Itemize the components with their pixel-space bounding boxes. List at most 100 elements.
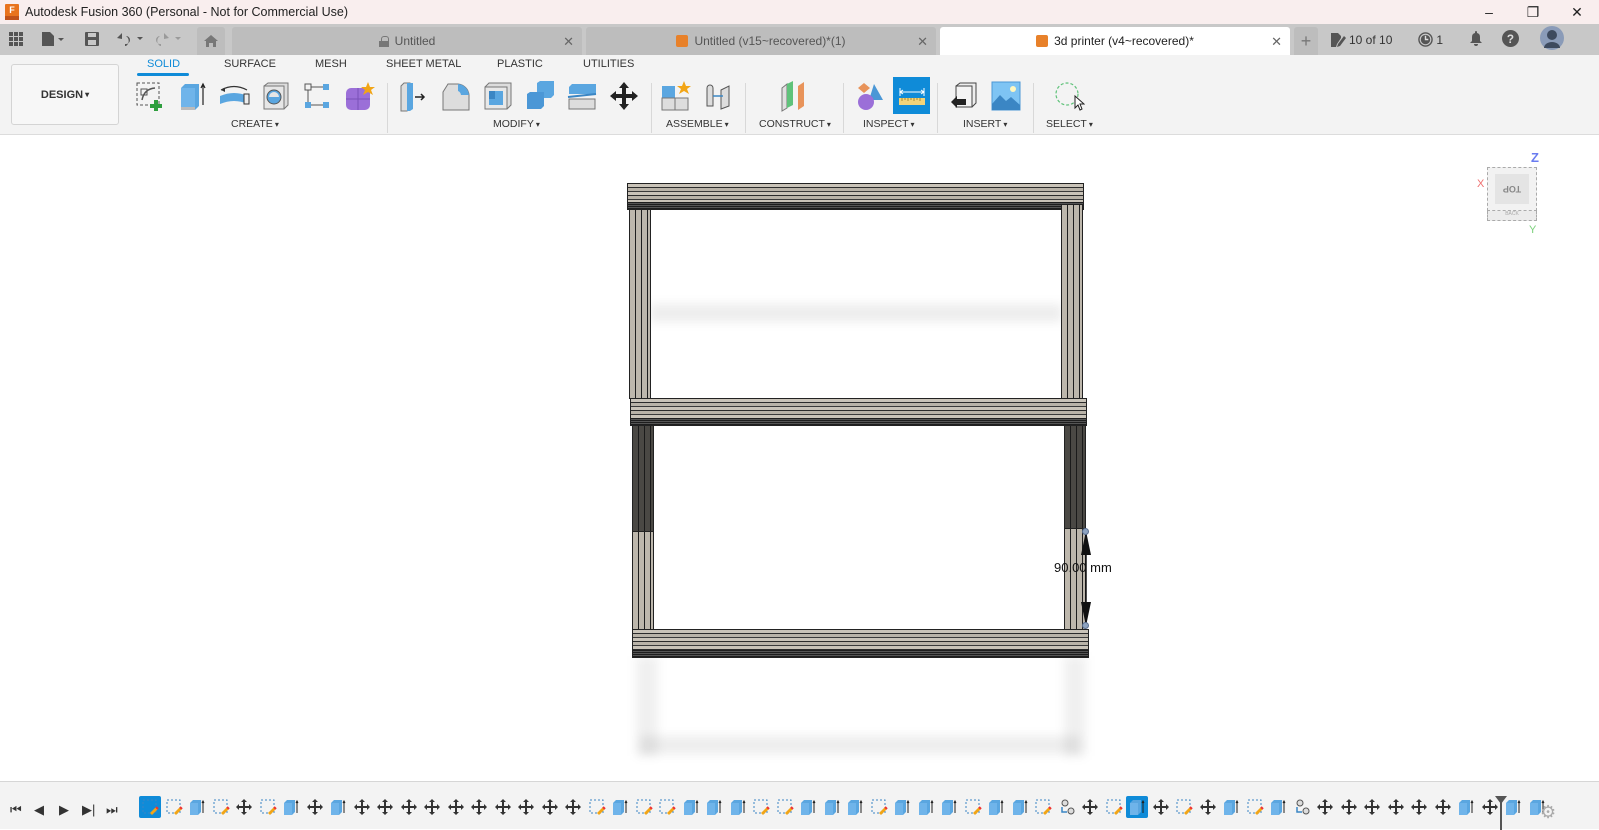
tab-mesh[interactable]: MESH — [315, 58, 347, 70]
timeline-marker-stem[interactable] — [1500, 802, 1502, 830]
timeline-feature-move[interactable] — [1079, 796, 1101, 818]
select-group-label[interactable]: SELECT ▾ — [1046, 118, 1093, 130]
timeline-feature-sketch[interactable] — [868, 796, 890, 818]
left-lower-post[interactable] — [632, 531, 654, 631]
timeline-feature-extrude[interactable] — [327, 796, 349, 818]
timeline-next-button[interactable]: ▶| — [82, 802, 95, 818]
notifications-button[interactable] — [1469, 30, 1483, 49]
timeline-feature-move[interactable] — [421, 796, 443, 818]
middle-beam[interactable] — [630, 398, 1087, 426]
tab-close-icon[interactable]: ✕ — [917, 34, 928, 50]
timeline-feature-sketch[interactable] — [257, 796, 279, 818]
close-button[interactable]: ✕ — [1555, 0, 1599, 24]
maximize-button[interactable]: ❐ — [1511, 0, 1555, 24]
press-pull-button[interactable] — [396, 79, 432, 113]
timeline-first-button[interactable]: ⏮ — [10, 802, 22, 818]
timeline-feature-move[interactable] — [398, 796, 420, 818]
tab-plastic[interactable]: PLASTIC — [497, 58, 543, 70]
timeline-feature-joint[interactable] — [1056, 796, 1078, 818]
timeline-feature-extrude[interactable] — [915, 796, 937, 818]
select-button[interactable] — [1050, 79, 1086, 113]
timeline-feature-sketch[interactable] — [962, 796, 984, 818]
timeline-feature-extrude[interactable] — [1220, 796, 1242, 818]
split-body-button[interactable] — [564, 79, 600, 113]
timeline-feature-move[interactable] — [468, 796, 490, 818]
tab-close-icon[interactable]: ✕ — [1271, 34, 1282, 50]
timeline-feature-move[interactable] — [1432, 796, 1454, 818]
fillet-button[interactable] — [438, 79, 474, 113]
tab-untitled-v15[interactable]: Untitled (v15~recovered)*(1) ✕ — [586, 27, 936, 55]
timeline-feature-extrude[interactable] — [821, 796, 843, 818]
top-beam[interactable] — [627, 183, 1084, 210]
view-cube-back-face[interactable]: BACK — [1487, 211, 1537, 221]
workspace-switcher[interactable]: DESIGN ▾ — [11, 64, 119, 125]
timeline-feature-sketch[interactable] — [774, 796, 796, 818]
timeline-feature-sketch[interactable] — [210, 796, 232, 818]
timeline-feature-sketch[interactable] — [586, 796, 608, 818]
timeline-feature-extrude[interactable] — [186, 796, 208, 818]
view-cube-top-face[interactable]: TOP — [1487, 167, 1537, 211]
modify-group-label[interactable]: MODIFY ▾ — [493, 118, 540, 130]
timeline-feature-sketch[interactable] — [1103, 796, 1125, 818]
shell-button[interactable] — [480, 79, 516, 113]
user-avatar[interactable] — [1540, 26, 1565, 53]
right-lower-post-dark[interactable] — [1064, 425, 1086, 532]
history-button[interactable]: 1 — [1418, 32, 1443, 47]
timeline-feature-move[interactable] — [1150, 796, 1172, 818]
hole-button[interactable] — [258, 79, 294, 113]
construct-group-label[interactable]: CONSTRUCT ▾ — [759, 118, 831, 130]
timeline-feature-extrude[interactable] — [1009, 796, 1031, 818]
timeline-feature-joint[interactable] — [1291, 796, 1313, 818]
insert-group-label[interactable]: INSERT ▾ — [963, 118, 1007, 130]
timeline-feature-move[interactable] — [445, 796, 467, 818]
timeline-settings-icon[interactable]: ⚙ — [1540, 802, 1556, 823]
dimension-endpoint[interactable] — [1082, 528, 1089, 535]
interference-button[interactable] — [852, 79, 888, 113]
tab-close-icon[interactable]: ✕ — [563, 34, 574, 50]
help-button[interactable]: ? — [1502, 29, 1520, 50]
extrude-button[interactable] — [174, 79, 210, 113]
timeline-feature-extrude[interactable] — [727, 796, 749, 818]
assemble-group-label[interactable]: ASSEMBLE ▾ — [666, 118, 729, 130]
timeline-feature-move[interactable] — [1408, 796, 1430, 818]
canvas-viewport[interactable]: 90.00 mm Z X TOP BACK Y — [0, 136, 1599, 781]
job-status-button[interactable]: 10 of 10 — [1330, 32, 1392, 48]
create-group-label[interactable]: CREATE ▾ — [231, 118, 279, 130]
timeline-feature-sketch[interactable] — [1244, 796, 1266, 818]
pattern-button[interactable] — [300, 79, 336, 113]
redo-icon[interactable] — [152, 29, 184, 49]
timeline-feature-extrude[interactable] — [280, 796, 302, 818]
timeline-feature-extrude[interactable] — [797, 796, 819, 818]
timeline-feature-extrude[interactable] — [1126, 796, 1148, 818]
timeline-feature-move[interactable] — [304, 796, 326, 818]
home-tab[interactable] — [197, 27, 225, 55]
timeline-feature-extrude[interactable] — [938, 796, 960, 818]
tab-untitled[interactable]: Untitled ✕ — [232, 27, 582, 55]
timeline-feature-extrude[interactable] — [891, 796, 913, 818]
timeline-feature-move[interactable] — [492, 796, 514, 818]
bottom-beam[interactable] — [632, 629, 1089, 658]
new-component-button[interactable] — [659, 79, 695, 113]
create-form-button[interactable] — [342, 79, 378, 113]
timeline-feature-extrude[interactable] — [844, 796, 866, 818]
undo-icon[interactable] — [114, 29, 146, 49]
tab-3d-printer[interactable]: 3d printer (v4~recovered)* ✕ — [940, 27, 1290, 55]
dimension-endpoint[interactable] — [1082, 622, 1089, 629]
file-menu-icon[interactable] — [38, 29, 68, 49]
timeline-feature-sketch[interactable] — [1032, 796, 1054, 818]
timeline-feature-sketch[interactable] — [656, 796, 678, 818]
left-lower-post-dark[interactable] — [632, 425, 654, 532]
move-copy-button[interactable] — [606, 79, 642, 113]
tab-solid[interactable]: SOLID — [147, 58, 180, 70]
timeline-feature-move[interactable] — [539, 796, 561, 818]
timeline-feature-move[interactable] — [1314, 796, 1336, 818]
joint-button[interactable] — [701, 79, 737, 113]
tab-sheet-metal[interactable]: SHEET METAL — [386, 58, 461, 70]
timeline-feature-move[interactable] — [515, 796, 537, 818]
right-upper-post[interactable] — [1061, 204, 1083, 400]
insert-canvas-button[interactable] — [988, 79, 1024, 113]
timeline-feature-extrude[interactable] — [703, 796, 725, 818]
timeline-feature-sketch[interactable] — [163, 796, 185, 818]
dimension-label[interactable]: 90.00 mm — [1054, 560, 1112, 575]
timeline-feature-move[interactable] — [233, 796, 255, 818]
